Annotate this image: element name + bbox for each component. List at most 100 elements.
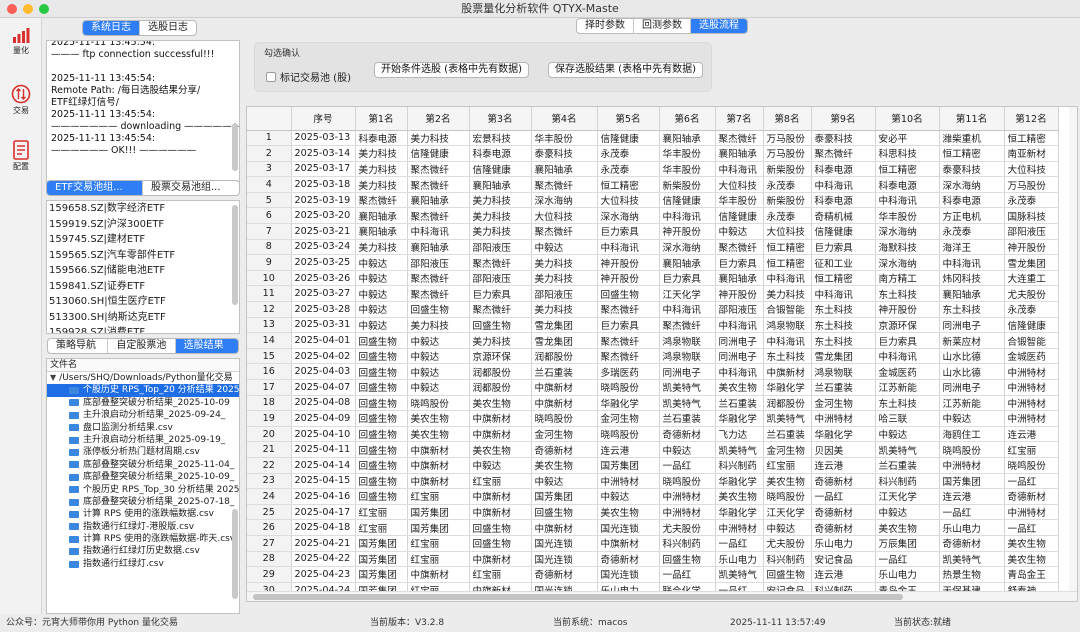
stock-cell[interactable]: 安记食品 bbox=[811, 551, 876, 568]
stock-cell[interactable]: 尤夫股份 bbox=[1004, 285, 1059, 303]
stock-cell[interactable]: 恒工精密 bbox=[1004, 130, 1059, 147]
stock-cell[interactable]: 信隆健康 bbox=[1004, 317, 1059, 334]
stock-cell[interactable]: 美力科技 bbox=[763, 285, 812, 303]
stock-cell[interactable]: 中毅达 bbox=[531, 473, 598, 490]
stock-cell[interactable]: 晓鸣股份 bbox=[939, 441, 1005, 458]
file-item[interactable]: 主升浪启动分析结果_2025-09-19_ bbox=[47, 434, 239, 446]
stock-cell[interactable]: 中科海讯 bbox=[407, 223, 470, 240]
stock-cell[interactable]: 热景生物 bbox=[939, 566, 1005, 583]
stock-cell[interactable]: 中科海讯 bbox=[875, 348, 940, 365]
column-header[interactable]: 序号 bbox=[291, 107, 356, 131]
stock-cell[interactable]: 中洲特材 bbox=[1004, 379, 1059, 396]
stock-cell[interactable]: 山水比德 bbox=[939, 348, 1005, 365]
date-cell[interactable]: 2025-04-17 bbox=[291, 504, 356, 521]
mark-pool-checkbox[interactable]: 标记交易池 (股) bbox=[266, 69, 351, 84]
stock-cell[interactable]: 中毅达 bbox=[763, 519, 812, 536]
results-table-container[interactable]: 序号 第1名 第2名 第3名 第4名 第5名 第6名 第7名 第8名 第9名 第… bbox=[246, 106, 1078, 602]
stock-cell[interactable]: 科兴制药 bbox=[763, 551, 812, 568]
column-header[interactable]: 第2名 bbox=[407, 107, 470, 131]
stock-cell[interactable]: 中旗新材 bbox=[469, 488, 532, 505]
stock-cell[interactable]: 永茂泰 bbox=[1004, 192, 1059, 209]
stock-cell[interactable]: 方正电机 bbox=[939, 207, 1005, 225]
stock-cell[interactable]: 国芳集团 bbox=[355, 566, 408, 583]
stock-cell[interactable]: 信隆健康 bbox=[597, 130, 660, 147]
stock-cell[interactable]: 科兴制药 bbox=[659, 535, 716, 552]
date-cell[interactable]: 2025-03-13 bbox=[291, 130, 356, 147]
stock-cell[interactable]: 永茂泰 bbox=[597, 161, 660, 178]
stock-cell[interactable]: 雪龙集团 bbox=[531, 332, 598, 349]
stock-cell[interactable]: 中科海讯 bbox=[763, 270, 812, 287]
stock-cell[interactable]: 邵阳液压 bbox=[715, 301, 764, 318]
stock-cell[interactable]: 国芳集团 bbox=[597, 457, 660, 474]
stock-cell[interactable]: 奇德新材 bbox=[597, 551, 660, 568]
date-cell[interactable]: 2025-04-01 bbox=[291, 332, 356, 349]
stock-cell[interactable]: 美农生物 bbox=[715, 488, 764, 505]
stock-cell[interactable]: 聚杰微纤 bbox=[469, 254, 532, 271]
table-row[interactable]: 10 2025-03-26 中毅达 聚杰微纤 邵阳液压 美力科技 神开股份 巨力索具 襄阳轴承中… bbox=[247, 270, 1059, 287]
stock-cell[interactable]: 国芳集团 bbox=[355, 535, 408, 552]
stock-cell[interactable]: 中旗新材 bbox=[407, 441, 470, 458]
table-row[interactable]: 1 2025-03-13 科泰电源 美力科技 宏景科技 华丰股份 信隆健康 襄阳轴承 聚杰微纤万… bbox=[247, 130, 1059, 147]
stock-cell[interactable]: 泰豪科技 bbox=[811, 130, 876, 147]
stock-cell[interactable]: 凯美特气 bbox=[875, 441, 940, 458]
stock-cell[interactable]: 凯美特气 bbox=[939, 551, 1005, 568]
list-item[interactable]: 159841.SZ|证券ETF bbox=[47, 279, 239, 295]
table-row[interactable]: 16 2025-04-03 回盛生物 中毅达 润都股份 兰石重装 多瑞医药 同洲电子 中科海讯中… bbox=[247, 363, 1059, 380]
stock-cell[interactable]: 襄阳轴承 bbox=[715, 145, 764, 162]
date-cell[interactable]: 2025-04-11 bbox=[291, 441, 356, 458]
stock-cell[interactable]: 华融化学 bbox=[811, 426, 876, 443]
stock-cell[interactable]: 襄阳轴承 bbox=[715, 270, 764, 287]
stock-cell[interactable]: 中科海讯 bbox=[715, 317, 764, 334]
stock-cell[interactable]: 美力科技 bbox=[469, 192, 532, 209]
stock-cell[interactable]: 科兴制药 bbox=[715, 457, 764, 474]
table-row[interactable]: 22 2025-04-14 回盛生物 中旗新材 中毅达 美农生物 国芳集团 一品红 科兴制药 红宝… bbox=[247, 457, 1059, 474]
table-horizontal-scrollbar[interactable] bbox=[247, 591, 1077, 601]
log-output[interactable]: 2025-11-11 13:45:54: ——— ftp connection … bbox=[46, 40, 240, 192]
stock-cell[interactable]: 中旗新材 bbox=[407, 566, 470, 583]
stock-cell[interactable]: 回盛生物 bbox=[355, 395, 408, 412]
stock-cell[interactable]: 襄阳轴承 bbox=[355, 223, 408, 240]
stock-cell[interactable]: 中旗新材 bbox=[469, 410, 532, 427]
stock-cell[interactable]: 科泰电源 bbox=[811, 161, 876, 178]
list-item[interactable]: 513060.SH|恒生医疗ETF bbox=[47, 294, 239, 310]
stock-cell[interactable]: 征和工业 bbox=[811, 254, 876, 271]
stock-cell[interactable]: 巨力索具 bbox=[875, 332, 940, 349]
stock-cell[interactable]: 海默科技 bbox=[875, 239, 940, 256]
stock-cell[interactable]: 金城医药 bbox=[1004, 348, 1059, 365]
date-cell[interactable]: 2025-03-25 bbox=[291, 254, 356, 271]
stock-cell[interactable]: 美力科技 bbox=[469, 223, 532, 240]
stock-cell[interactable]: 恒工精密 bbox=[939, 145, 1005, 162]
stock-cell[interactable]: 中毅达 bbox=[407, 348, 470, 365]
stock-cell[interactable]: 大位科技 bbox=[597, 192, 660, 209]
stock-cell[interactable]: 科泰电源 bbox=[875, 176, 940, 193]
stock-cell[interactable]: 红宝丽 bbox=[355, 504, 408, 521]
stock-cell[interactable]: 润都股份 bbox=[469, 379, 532, 396]
column-header[interactable]: 第1名 bbox=[355, 107, 408, 131]
stock-cell[interactable]: 国芳集团 bbox=[355, 551, 408, 568]
stock-cell[interactable]: 一品红 bbox=[1004, 519, 1059, 536]
stock-cell[interactable]: 中毅达 bbox=[407, 363, 470, 380]
list-item[interactable]: 159745.SZ|建材ETF bbox=[47, 232, 239, 248]
stock-cell[interactable]: 东土科技 bbox=[939, 301, 1005, 318]
stock-cell[interactable]: 深水海纳 bbox=[875, 223, 940, 240]
stock-cell[interactable]: 回盛生物 bbox=[469, 317, 532, 334]
table-row[interactable]: 5 2025-03-19 聚杰微纤 襄阳轴承 美力科技 深水海纳 大位科技 信隆健康 华丰股份新… bbox=[247, 192, 1059, 209]
scroll-thumb[interactable] bbox=[253, 594, 903, 600]
stock-cell[interactable]: 神开股份 bbox=[659, 223, 716, 240]
file-root[interactable]: ▼/Users/SHQ/Downloads/Python量化交易 bbox=[47, 372, 239, 384]
stock-cell[interactable]: 贝因美 bbox=[811, 441, 876, 458]
stock-cell[interactable]: 乐山电力 bbox=[811, 535, 876, 552]
stock-cell[interactable]: 华丰股份 bbox=[875, 207, 940, 225]
stock-cell[interactable]: 中科海讯 bbox=[597, 239, 660, 256]
stock-cell[interactable]: 聚杰微纤 bbox=[407, 207, 470, 225]
stock-cell[interactable]: 科泰电源 bbox=[469, 145, 532, 162]
stock-cell[interactable]: 回盛生物 bbox=[355, 379, 408, 396]
date-cell[interactable]: 2025-04-21 bbox=[291, 535, 356, 552]
minimize-window-button[interactable] bbox=[23, 4, 33, 14]
stock-cell[interactable]: 奇德新材 bbox=[659, 426, 716, 443]
stock-cell[interactable]: 大位科技 bbox=[763, 223, 812, 240]
table-row[interactable]: 28 2025-04-22 国芳集团 红宝丽 中旗新材 国光连锁 奇德新材 回盛生物 乐山电力科… bbox=[247, 551, 1059, 568]
stock-cell[interactable]: 回盛生物 bbox=[355, 473, 408, 490]
stock-cell[interactable]: 金河生物 bbox=[763, 441, 812, 458]
stock-cell[interactable]: 红宝丽 bbox=[469, 566, 532, 583]
